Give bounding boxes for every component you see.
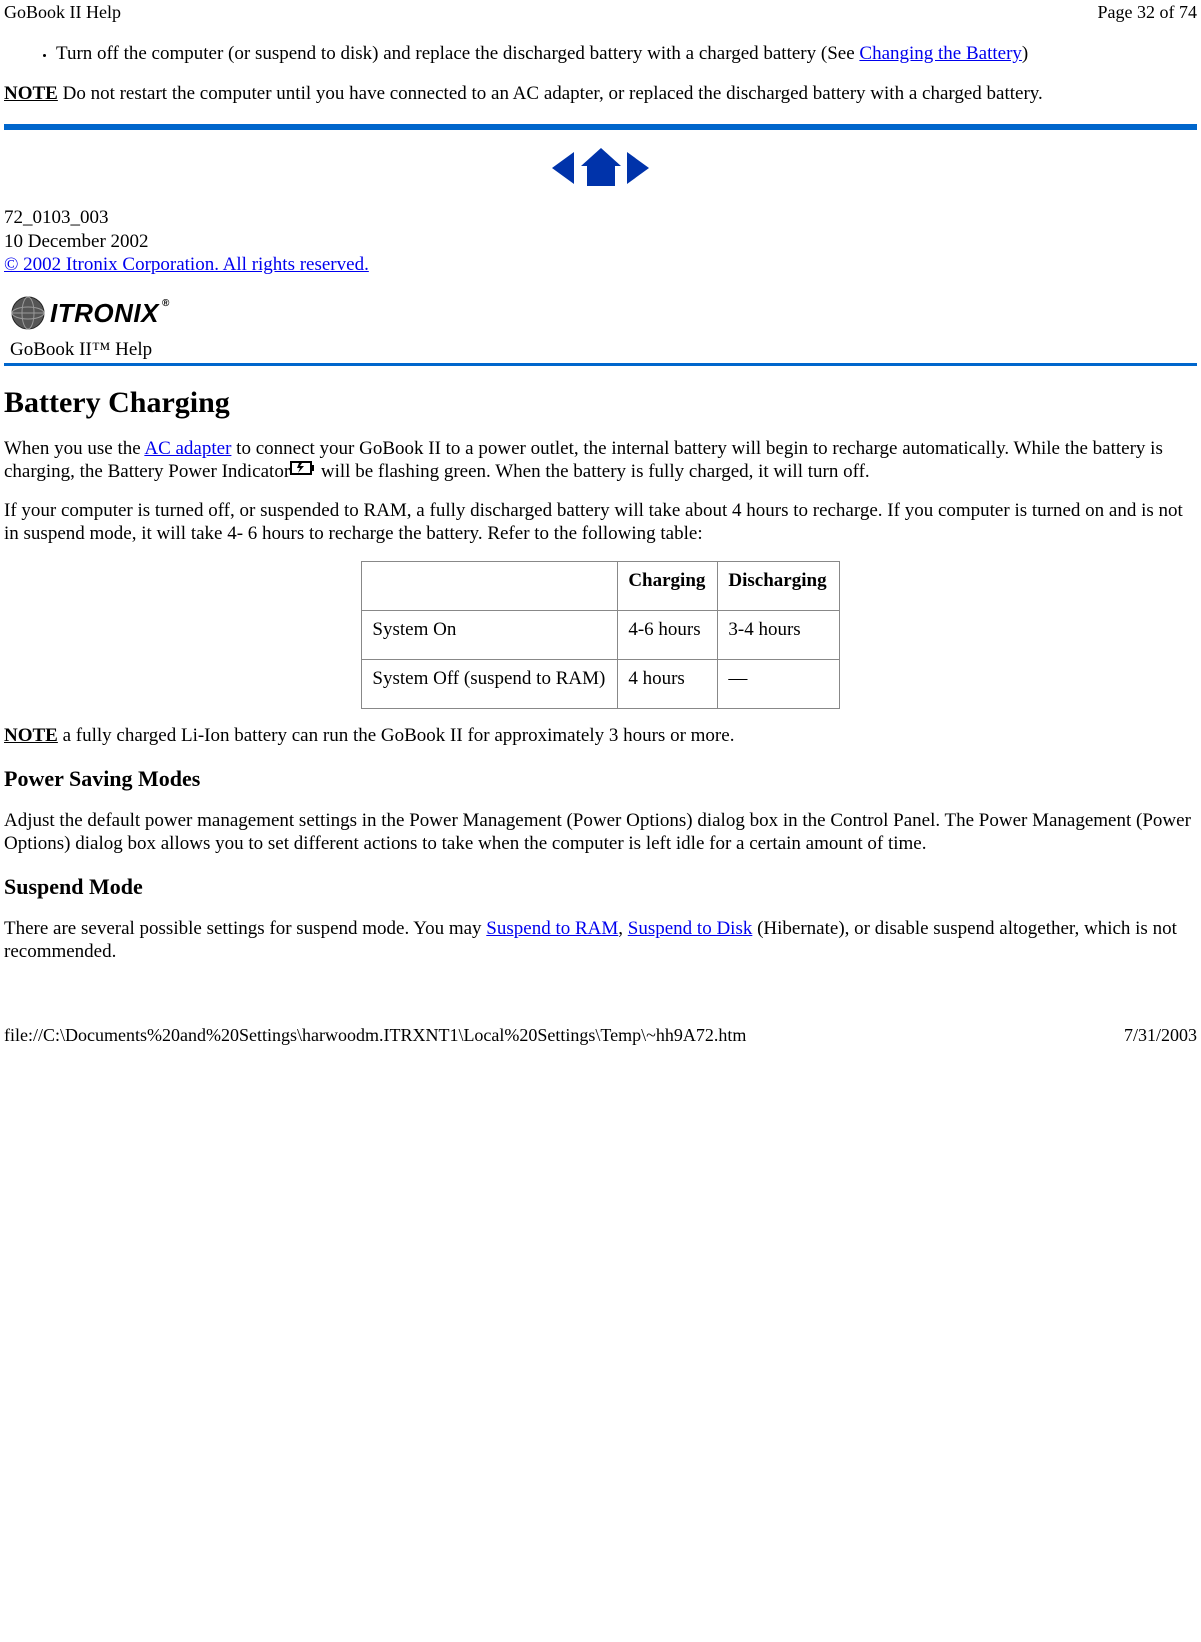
para1-post: will be flashing green. When the battery…	[316, 461, 870, 482]
bullet-text-pre: Turn off the computer (or suspend to dis…	[56, 43, 859, 64]
help-title: GoBook II™ Help	[10, 339, 1191, 361]
section-heading-power-saving: Power Saving Modes	[4, 766, 1197, 792]
brand-name: ITRONIX	[50, 298, 159, 329]
nav-home-icon[interactable]	[579, 146, 623, 190]
para-suspend: There are several possible settings for …	[4, 918, 1197, 964]
table-row: System Off (suspend to RAM) 4 hours —	[362, 660, 839, 709]
nav-back-icon[interactable]	[548, 148, 574, 188]
table-header-charging: Charging	[618, 562, 718, 611]
main-content: Turn off the computer (or suspend to dis…	[0, 43, 1201, 963]
divider-blue-1	[4, 124, 1197, 130]
table-cell: System On	[362, 611, 618, 660]
header-title: GoBook II Help	[4, 2, 121, 23]
note-paragraph-2: NOTE a fully charged Li-Ion battery can …	[4, 725, 1197, 748]
table-cell: —	[718, 660, 839, 709]
para-recharge-times: If your computer is turned off, or suspe…	[4, 500, 1197, 546]
copyright-link[interactable]: © 2002 Itronix Corporation. All rights r…	[4, 254, 369, 275]
para4-pre: There are several possible settings for …	[4, 918, 486, 939]
ac-adapter-link[interactable]: AC adapter	[144, 438, 231, 459]
logo-area: ITRONIX® GoBook II™ Help	[4, 291, 1197, 363]
table-header-empty	[362, 562, 618, 611]
nav-forward-icon[interactable]	[627, 148, 653, 188]
note-paragraph-1: NOTE Do not restart the computer until y…	[4, 83, 1197, 106]
note-label-2: NOTE	[4, 725, 58, 746]
charging-table: Charging Discharging System On 4-6 hours…	[361, 561, 839, 709]
table-header-discharging: Discharging	[718, 562, 839, 611]
page-header: GoBook II Help Page 32 of 74	[0, 0, 1201, 25]
table-cell: 4 hours	[618, 660, 718, 709]
doc-date: 10 December 2002	[4, 230, 1197, 254]
doc-meta: 72_0103_003 10 December 2002 © 2002 Itro…	[4, 206, 1197, 277]
table-header-row: Charging Discharging	[362, 562, 839, 611]
divider-blue-2	[4, 363, 1197, 366]
table-cell: System Off (suspend to RAM)	[362, 660, 618, 709]
suspend-to-disk-link[interactable]: Suspend to Disk	[628, 918, 753, 939]
changing-battery-link[interactable]: Changing the Battery	[859, 43, 1022, 64]
table-cell: 4-6 hours	[618, 611, 718, 660]
footer-path: file://C:\Documents%20and%20Settings\har…	[4, 1025, 746, 1046]
nav-icons	[4, 146, 1197, 190]
suspend-to-ram-link[interactable]: Suspend to RAM	[486, 918, 618, 939]
table-row: System On 4-6 hours 3-4 hours	[362, 611, 839, 660]
section-heading-suspend-mode: Suspend Mode	[4, 874, 1197, 900]
page-footer: file://C:\Documents%20and%20Settings\har…	[0, 1023, 1201, 1048]
table-cell: 3-4 hours	[718, 611, 839, 660]
logo-row: ITRONIX®	[10, 295, 1191, 331]
note-text-1: Do not restart the computer until you ha…	[58, 83, 1043, 104]
footer-date: 7/31/2003	[1124, 1025, 1197, 1046]
para-intro: When you use the AC adapter to connect y…	[4, 438, 1197, 484]
doc-number: 72_0103_003	[4, 206, 1197, 230]
bullet-text-post: )	[1022, 43, 1028, 64]
globe-icon	[10, 295, 46, 331]
registered-mark: ®	[162, 298, 169, 309]
bullet-item: Turn off the computer (or suspend to dis…	[56, 43, 1197, 65]
para-power-management: Adjust the default power management sett…	[4, 810, 1197, 856]
note-label-1: NOTE	[4, 83, 58, 104]
header-page-info: Page 32 of 74	[1098, 2, 1197, 23]
battery-indicator-icon	[290, 459, 316, 482]
section-heading-battery-charging: Battery Charging	[4, 386, 1197, 420]
note-text-2: a fully charged Li-Ion battery can run t…	[58, 725, 735, 746]
bullet-list: Turn off the computer (or suspend to dis…	[4, 43, 1197, 65]
para4-mid: ,	[618, 918, 628, 939]
para1-pre: When you use the	[4, 438, 144, 459]
